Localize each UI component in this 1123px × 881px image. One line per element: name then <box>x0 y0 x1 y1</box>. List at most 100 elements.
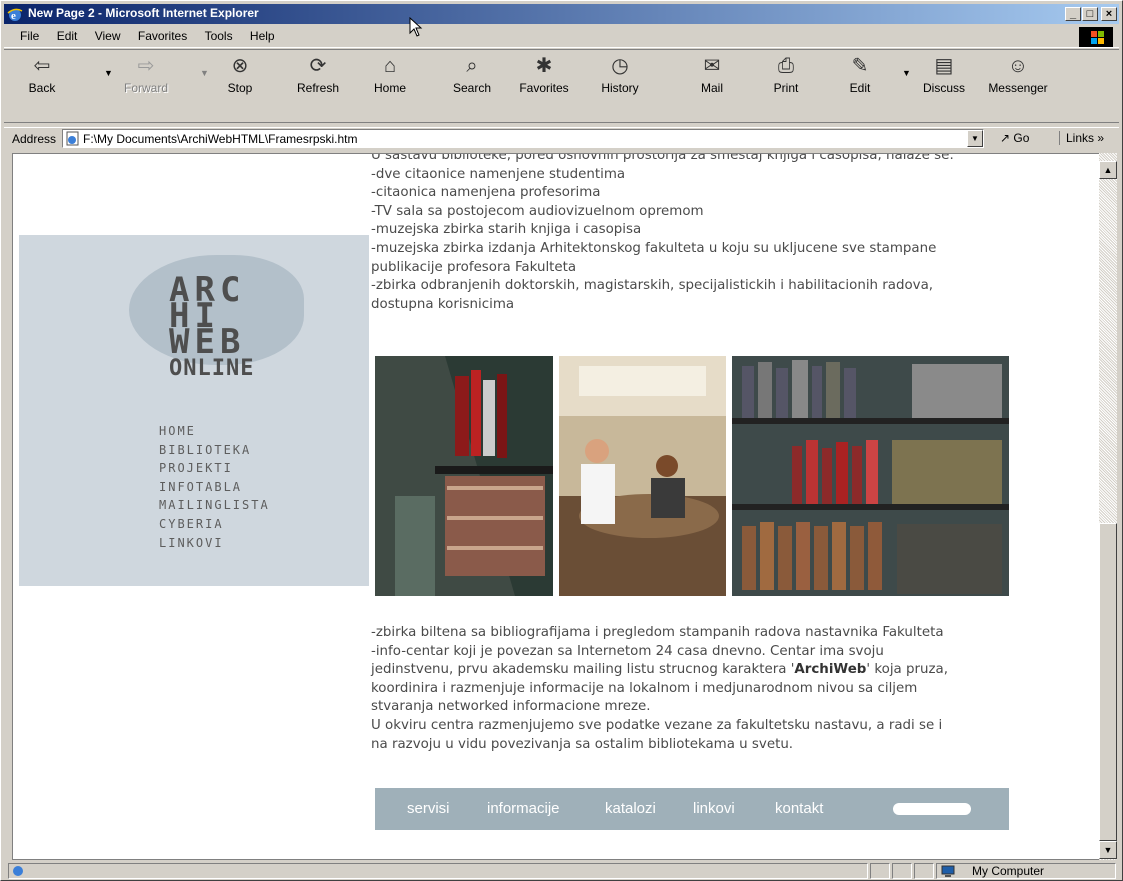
text-line: -muzejska zbirka starih knjiga i casopis… <box>371 222 642 238</box>
bookshelf-photo-right <box>732 356 1009 596</box>
vertical-scrollbar[interactable]: ▲ ▼ <box>1099 153 1117 860</box>
page-status-icon <box>13 866 23 876</box>
home-icon: ⌂ <box>383 55 397 77</box>
messenger-button[interactable]: ☺ Messenger <box>988 54 1048 95</box>
text-line: koordinira i razmenjuje informacije na l… <box>371 680 918 696</box>
window-title: New Page 2 - Microsoft Internet Explorer <box>28 6 259 20</box>
mail-icon: ✉ <box>703 55 721 77</box>
discuss-icon: ▤ <box>934 55 954 77</box>
nav-katalozi[interactable]: katalozi <box>605 800 656 817</box>
nav-servisi[interactable]: servisi <box>407 800 450 817</box>
favorites-button[interactable]: ✱ Favorites <box>514 54 574 95</box>
nav-informacije[interactable]: informacije <box>487 800 560 817</box>
menu-tools[interactable]: Tools <box>197 25 239 43</box>
back-button[interactable]: ⇦ Back <box>12 54 72 95</box>
history-button[interactable]: ◷ History <box>590 54 650 95</box>
search-button[interactable]: ⌕ Search <box>442 54 502 95</box>
scroll-up-button[interactable]: ▲ <box>1099 161 1117 179</box>
left-frame: ARC HI WEB ONLINE HOME BIBLIOTEKA PROJEK… <box>19 235 369 586</box>
stop-icon: ⊗ <box>231 55 249 77</box>
archiweb-logo[interactable]: ARC HI WEB ONLINE <box>169 273 329 383</box>
stop-button[interactable]: ⊗ Stop <box>210 54 270 95</box>
text-line: -TV sala sa postojecom audiovizuelnom op… <box>371 203 704 219</box>
menu-bar: File Edit View Favorites Tools Help <box>4 25 1119 48</box>
address-label: Address <box>12 132 57 146</box>
ie-logo-icon: e <box>7 8 23 22</box>
mouse-cursor-icon <box>409 17 423 37</box>
reading-room-photo <box>559 356 726 596</box>
footer-nav: servisi informacije katalozi linkovi kon… <box>375 788 1009 830</box>
text-line: -zbirka biltena sa bibliografijama i pre… <box>371 625 944 640</box>
refresh-icon: ⟳ <box>309 55 327 77</box>
nav-linkovi[interactable]: LINKOVI <box>159 534 270 553</box>
nav-infotabla[interactable]: INFOTABLA <box>159 478 270 497</box>
messenger-icon: ☺ <box>1007 55 1029 77</box>
menu-favorites[interactable]: Favorites <box>130 25 193 43</box>
svg-text:e: e <box>11 10 16 22</box>
nav-mailinglista[interactable]: MAILINGLISTA <box>159 496 270 515</box>
status-panel <box>892 863 912 879</box>
edit-button[interactable]: ✎ Edit <box>830 54 890 95</box>
scroll-thumb[interactable] <box>1099 523 1117 841</box>
forward-dropdown-icon[interactable]: ▼ <box>200 68 209 78</box>
nav-home[interactable]: HOME <box>159 422 270 441</box>
text-line: -dve citaonice namenjene studentima <box>371 166 626 182</box>
print-button[interactable]: ⎙ Print <box>756 54 816 95</box>
go-arrow-icon: ↗ <box>1000 131 1014 145</box>
bookshelf-photo-left <box>375 356 553 596</box>
status-panel <box>914 863 934 879</box>
text-line: U sastavu biblioteke, pored osnovnih pro… <box>371 153 954 163</box>
back-arrow-icon: ⇦ <box>33 55 51 77</box>
address-dropdown-icon[interactable]: ▼ <box>967 130 983 147</box>
windows-logo-icon <box>1079 27 1113 47</box>
close-button[interactable]: × <box>1101 7 1117 21</box>
refresh-button[interactable]: ⟳ Refresh <box>288 54 348 95</box>
text-line: stvaranja networked informacione mreze. <box>371 699 651 715</box>
go-button[interactable]: ↗ Go <box>1000 131 1029 145</box>
menu-help[interactable]: Help <box>242 25 281 43</box>
menu-view[interactable]: View <box>87 25 127 43</box>
forward-button[interactable]: ⇨ Forward <box>116 54 176 95</box>
nav-linkovi-footer[interactable]: linkovi <box>693 800 735 817</box>
nav-kontakt[interactable]: kontakt <box>775 800 823 817</box>
page-viewport: ARC HI WEB ONLINE HOME BIBLIOTEKA PROJEK… <box>12 153 1102 860</box>
home-button[interactable]: ⌂ Home <box>360 54 420 95</box>
title-bar[interactable]: e New Page 2 - Microsoft Internet Explor… <box>4 4 1119 24</box>
text-line: na razvoju u vidu povezivanja sa ostalim… <box>371 736 794 752</box>
forward-arrow-icon: ⇨ <box>137 55 155 77</box>
status-bar: My Computer <box>4 862 1119 880</box>
nav-cyberia[interactable]: CYBERIA <box>159 515 270 534</box>
back-dropdown-icon[interactable]: ▼ <box>104 68 113 78</box>
address-bar: Address F:\My Documents\ArchiWebHTML\Fra… <box>4 127 1119 150</box>
text-line: jedinstvenu, prvu akademsku mailing list… <box>371 662 948 678</box>
discuss-button[interactable]: ▤ Discuss <box>914 54 974 95</box>
info-text: -zbirka biltena sa bibliografijama i pre… <box>371 624 1021 754</box>
address-input[interactable]: F:\My Documents\ArchiWebHTML\Framesrpski… <box>62 129 984 148</box>
nav-projekti[interactable]: PROJEKTI <box>159 459 270 478</box>
print-icon: ⎙ <box>778 55 794 77</box>
edit-dropdown-icon[interactable]: ▼ <box>902 68 911 78</box>
standard-toolbar: ⇦ Back ▼ ⇨ Forward ▼ ⊗ Stop ⟳ Refresh ⌂ Home … <box>4 49 1119 123</box>
text-line: publikacije profesora Fakulteta <box>371 259 577 275</box>
menu-file[interactable]: File <box>12 25 45 43</box>
links-button[interactable]: Links » <box>1059 131 1104 145</box>
text-line: -citaonica namenjena profesorima <box>371 185 601 201</box>
search-icon: ⌕ <box>466 55 478 77</box>
site-nav: HOME BIBLIOTEKA PROJEKTI INFOTABLA MAILI… <box>159 422 270 552</box>
minimize-button[interactable]: _ <box>1065 7 1081 21</box>
text-line: -zbirka odbranjenih doktorskih, magistar… <box>371 278 934 294</box>
text-line: dostupna korisnicima <box>371 296 515 312</box>
page-icon <box>66 131 79 146</box>
footer-toggle[interactable] <box>893 803 971 815</box>
nav-biblioteka[interactable]: BIBLIOTEKA <box>159 441 270 460</box>
address-url: F:\My Documents\ArchiWebHTML\Framesrpski… <box>83 132 358 146</box>
status-text-panel <box>8 863 868 879</box>
maximize-button[interactable]: □ <box>1082 7 1098 21</box>
zone-label: My Computer <box>972 864 1045 878</box>
edit-icon: ✎ <box>851 55 869 77</box>
mail-button[interactable]: ✉ Mail <box>682 54 742 95</box>
menu-edit[interactable]: Edit <box>49 25 84 43</box>
status-panel <box>870 863 890 879</box>
scroll-down-button[interactable]: ▼ <box>1099 841 1117 859</box>
history-icon: ◷ <box>611 55 629 77</box>
